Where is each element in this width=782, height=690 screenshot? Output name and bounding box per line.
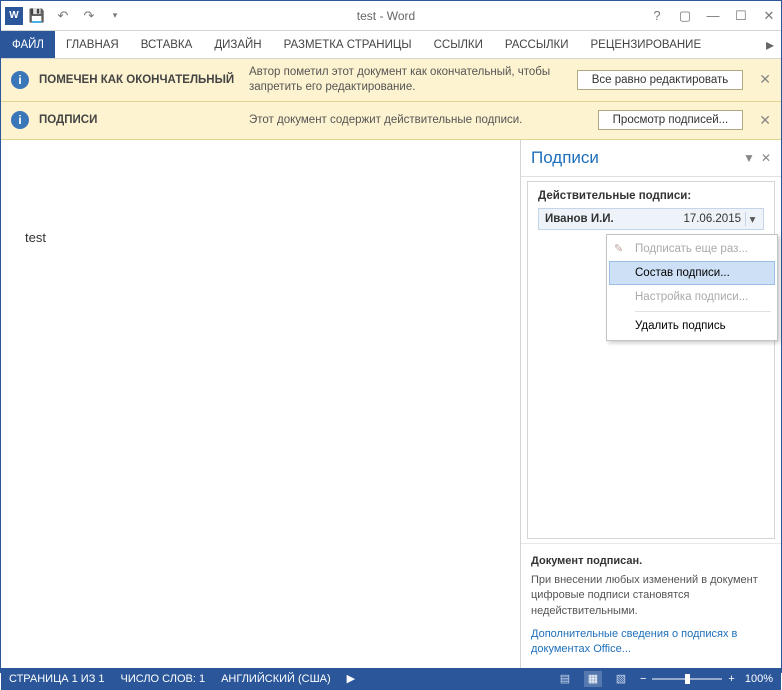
status-macro-icon[interactable]: ▶ [347, 672, 355, 685]
view-print-icon[interactable]: ▦ [584, 671, 602, 687]
menu-label: Удалить подпись [635, 320, 726, 332]
menu-remove-signature[interactable]: Удалить подпись [609, 314, 775, 338]
msgbar-text: Автор пометил этот документ как окончате… [249, 65, 567, 95]
zoom-track[interactable] [652, 678, 722, 680]
tab-insert[interactable]: ВСТАВКА [130, 31, 204, 58]
undo-icon[interactable]: ↶ [55, 8, 71, 24]
sign-date: 17.06.2015 [683, 213, 741, 225]
redo-icon[interactable]: ↷ [81, 8, 97, 24]
msgbar-text: Этот документ содержит действительные по… [249, 113, 588, 128]
signature-row[interactable]: Иванов И.И. 17.06.2015 ▾ [538, 208, 764, 230]
msgbar-close-icon[interactable]: ✕ [759, 112, 771, 129]
tab-file[interactable]: ФАЙЛ [1, 31, 55, 58]
view-web-icon[interactable]: ▧ [612, 671, 630, 687]
title-bar: W 💾 ↶ ↷ ▾ test - Word ? ▢ — ☐ ✕ [1, 1, 781, 31]
tab-home[interactable]: ГЛАВНАЯ [55, 31, 130, 58]
save-icon[interactable]: 💾 [29, 8, 45, 24]
window-controls: ? ▢ — ☐ ✕ [649, 8, 777, 24]
status-language[interactable]: АНГЛИЙСКИЙ (США) [221, 673, 331, 685]
panel-body: Действительные подписи: Иванов И.И. 17.0… [527, 181, 775, 539]
valid-signatures-label: Действительные подписи: [538, 190, 764, 202]
zoom-in-icon[interactable]: + [728, 673, 734, 685]
msgbar-close-icon[interactable]: ✕ [759, 71, 771, 88]
document-canvas[interactable]: test [1, 140, 521, 668]
sign-icon: ✎ [614, 242, 628, 256]
signature-context-menu: ✎ Подписать еще раз... Состав подписи...… [606, 234, 778, 341]
tab-design[interactable]: ДИЗАЙН [203, 31, 272, 58]
document-text: test [25, 230, 46, 245]
status-right: ▤ ▦ ▧ − + 100% [556, 671, 773, 687]
footer-help-link[interactable]: Дополнительные сведения о подписях в док… [531, 627, 771, 658]
ribbon-tabs: ФАЙЛ ГЛАВНАЯ ВСТАВКА ДИЗАЙН РАЗМЕТКА СТР… [1, 31, 781, 59]
info-icon: i [11, 71, 29, 89]
panel-header: Подписи ▼ ✕ [521, 140, 781, 177]
menu-signature-settings: Настройка подписи... [609, 285, 775, 309]
zoom-level[interactable]: 100% [745, 673, 773, 685]
panel-footer: Документ подписан. При внесении любых из… [521, 543, 781, 668]
minimize-icon[interactable]: — [705, 8, 721, 24]
signature-dropdown-icon[interactable]: ▾ [745, 212, 759, 226]
qat-customize-icon[interactable]: ▾ [107, 8, 123, 24]
status-page[interactable]: СТРАНИЦА 1 ИЗ 1 [9, 673, 105, 685]
msgbar-title: ПОМЕЧЕН КАК ОКОНЧАТЕЛЬНЫЙ [39, 74, 239, 86]
footer-title: Документ подписан. [531, 554, 771, 569]
tab-review[interactable]: РЕЦЕНЗИРОВАНИЕ [580, 31, 713, 58]
footer-text: При внесении любых изменений в документ … [531, 573, 771, 619]
msgbar-title: ПОДПИСИ [39, 114, 239, 126]
panel-close-icon[interactable]: ✕ [761, 151, 771, 165]
window-title: test - Word [123, 9, 649, 23]
message-bar-signatures: i ПОДПИСИ Этот документ содержит действи… [1, 102, 781, 140]
status-bar: СТРАНИЦА 1 ИЗ 1 ЧИСЛО СЛОВ: 1 АНГЛИЙСКИЙ… [1, 668, 781, 690]
quick-access-toolbar: 💾 ↶ ↷ ▾ [29, 8, 123, 24]
status-word-count[interactable]: ЧИСЛО СЛОВ: 1 [121, 673, 206, 685]
signatures-panel: Подписи ▼ ✕ Действительные подписи: Иван… [521, 140, 781, 668]
menu-label: Состав подписи... [635, 267, 730, 279]
menu-label: Подписать еще раз... [635, 243, 748, 255]
panel-title: Подписи [531, 148, 737, 168]
message-bar-marked-final: i ПОМЕЧЕН КАК ОКОНЧАТЕЛЬНЫЙ Автор помети… [1, 59, 781, 102]
ribbon-scroll-right-icon[interactable]: ▸ [759, 31, 781, 58]
zoom-out-icon[interactable]: − [640, 673, 646, 685]
menu-sign-again: ✎ Подписать еще раз... [609, 237, 775, 261]
panel-menu-icon[interactable]: ▼ [743, 151, 755, 165]
menu-separator [635, 311, 771, 312]
tab-references[interactable]: ССЫЛКИ [423, 31, 494, 58]
zoom-thumb[interactable] [685, 674, 690, 684]
content-area: test Подписи ▼ ✕ Действительные подписи:… [1, 140, 781, 668]
close-icon[interactable]: ✕ [761, 8, 777, 24]
info-icon: i [11, 111, 29, 129]
help-icon[interactable]: ? [649, 8, 665, 24]
signer-name: Иванов И.И. [545, 213, 683, 225]
menu-signature-details[interactable]: Состав подписи... [609, 261, 775, 285]
menu-label: Настройка подписи... [635, 291, 748, 303]
maximize-icon[interactable]: ☐ [733, 8, 749, 24]
view-read-icon[interactable]: ▤ [556, 671, 574, 687]
ribbon-display-icon[interactable]: ▢ [677, 8, 693, 24]
edit-anyway-button[interactable]: Все равно редактировать [577, 70, 744, 90]
word-app-icon: W [5, 7, 23, 25]
view-signatures-button[interactable]: Просмотр подписей... [598, 110, 744, 130]
tab-layout[interactable]: РАЗМЕТКА СТРАНИЦЫ [273, 31, 423, 58]
zoom-slider[interactable]: − + [640, 673, 735, 685]
tab-mailings[interactable]: РАССЫЛКИ [494, 31, 580, 58]
